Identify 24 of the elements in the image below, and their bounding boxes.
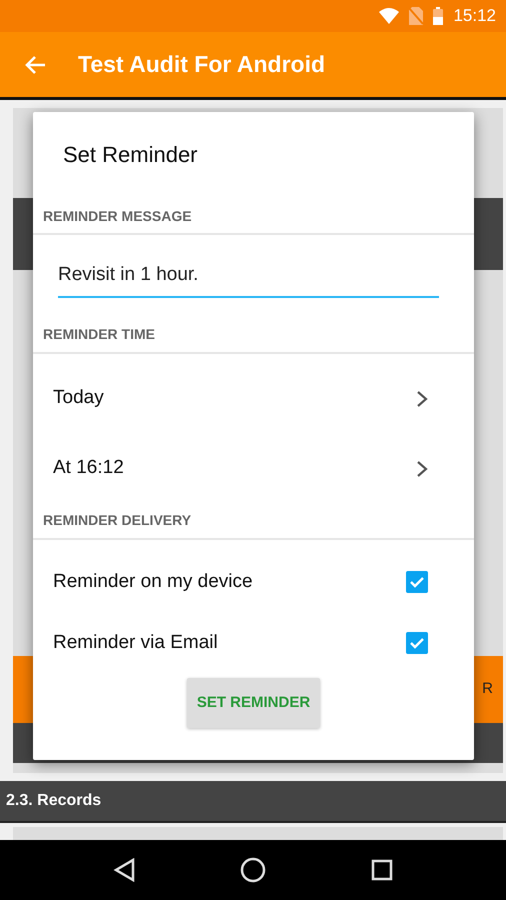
no-sim-icon (409, 7, 424, 25)
back-icon[interactable] (112, 858, 135, 882)
chevron-icon (416, 460, 428, 478)
checkbox[interactable] (406, 632, 428, 654)
status-time: 15:12 (453, 5, 496, 28)
app-title: Test Audit For Android (78, 50, 326, 78)
check-icon (409, 575, 425, 589)
section-header: 2.3. Records (0, 781, 506, 823)
time-option[interactable]: Today (33, 364, 474, 434)
checkbox[interactable] (406, 571, 428, 593)
section-label: REMINDER TIME (33, 318, 474, 354)
check-icon (409, 636, 425, 650)
dialog-title: Set Reminder (63, 141, 199, 169)
recents-icon[interactable] (371, 859, 394, 881)
option-label: Reminder on my device (53, 570, 253, 594)
section-label: REMINDER MESSAGE (33, 199, 474, 235)
home-icon[interactable] (240, 857, 266, 883)
wifi-icon (379, 8, 400, 24)
battery-icon (433, 7, 444, 25)
section-label: REMINDER DELIVERY (33, 504, 474, 540)
option-label: Reminder via Email (53, 630, 218, 655)
message-field[interactable]: Revisit in 1 hour. (58, 257, 439, 298)
chevron-icon (416, 390, 428, 408)
time-option[interactable]: At 16:12 (33, 434, 474, 504)
